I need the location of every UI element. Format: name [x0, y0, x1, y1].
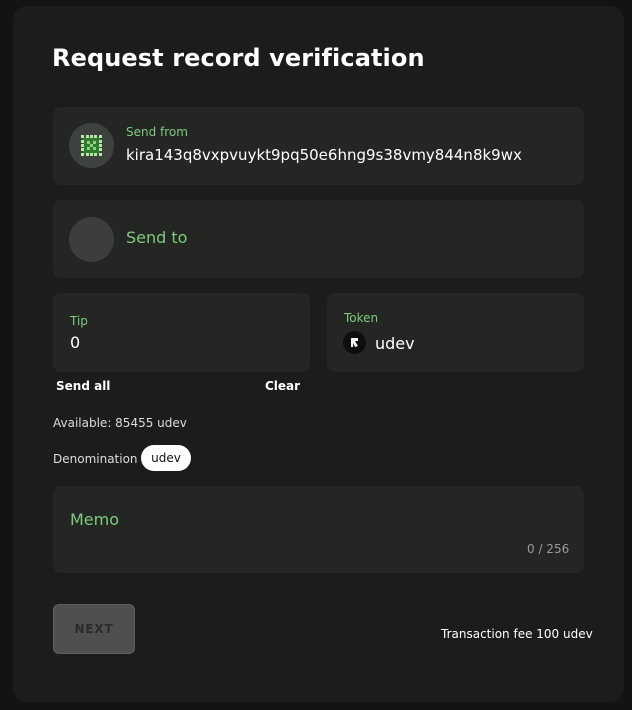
send-from-card: Send from kira143q8vxpvuykt9pq50e6hng9s3…: [53, 107, 584, 185]
tip-label: Tip: [70, 314, 88, 328]
empty-avatar-icon: [69, 217, 114, 262]
send-all-button[interactable]: Send all: [56, 379, 110, 393]
token-value: udev: [375, 334, 415, 353]
kira-token-icon: [343, 331, 366, 354]
send-from-address: kira143q8vxpvuykt9pq50e6hng9s38vmy844n8k…: [126, 146, 522, 164]
clear-button[interactable]: Clear: [265, 379, 300, 393]
available-balance: Available: 85455 udev: [53, 416, 187, 430]
dialog-title: Request record verification: [52, 44, 425, 72]
transaction-fee: Transaction fee 100 udev: [441, 627, 593, 641]
send-to-placeholder: Send to: [126, 228, 188, 247]
identicon-graphic: [69, 123, 114, 168]
memo-field[interactable]: Memo 0 / 256: [53, 486, 584, 573]
memo-char-counter: 0 / 256: [527, 542, 570, 556]
denomination-chip-udev[interactable]: udev: [141, 445, 191, 471]
send-from-label: Send from: [126, 125, 188, 139]
next-button[interactable]: NEXT: [53, 604, 135, 654]
tip-input[interactable]: Tip 0: [53, 293, 310, 372]
identicon-avatar-icon: [69, 123, 114, 168]
tip-value: 0: [70, 333, 81, 352]
token-label: Token: [344, 311, 379, 325]
denomination-label: Denomination: [53, 452, 138, 466]
send-to-field[interactable]: Send to: [53, 200, 584, 278]
token-selector[interactable]: Token udev: [327, 293, 584, 372]
memo-placeholder: Memo: [70, 510, 120, 529]
